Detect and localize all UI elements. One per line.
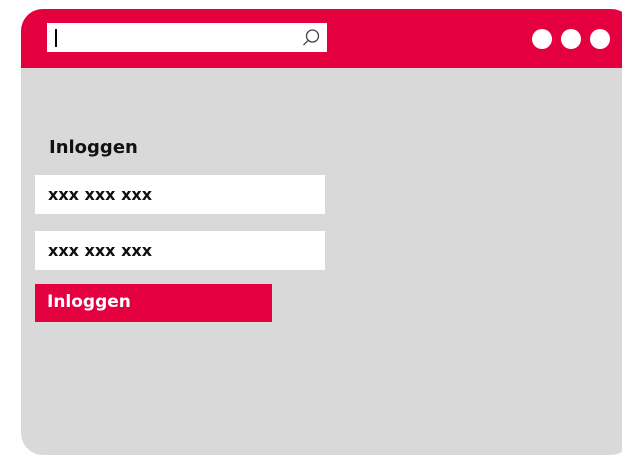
window-control-dot-icon[interactable] [590, 29, 610, 49]
username-field[interactable]: xxx xxx xxx [35, 175, 325, 214]
address-search-input[interactable] [47, 23, 327, 52]
text-cursor [55, 29, 57, 47]
password-field[interactable]: xxx xxx xxx [35, 231, 325, 270]
window-control-dot-icon[interactable] [561, 29, 581, 49]
browser-window: Inloggen xxx xxx xxx xxx xxx xxx Inlogge… [21, 9, 622, 455]
login-button-label: Inloggen [47, 292, 131, 312]
window-control-dot-icon[interactable] [532, 29, 552, 49]
login-heading: Inloggen [49, 137, 138, 158]
login-button[interactable]: Inloggen [35, 284, 272, 322]
title-bar [21, 9, 622, 68]
search-icon[interactable] [301, 28, 321, 48]
